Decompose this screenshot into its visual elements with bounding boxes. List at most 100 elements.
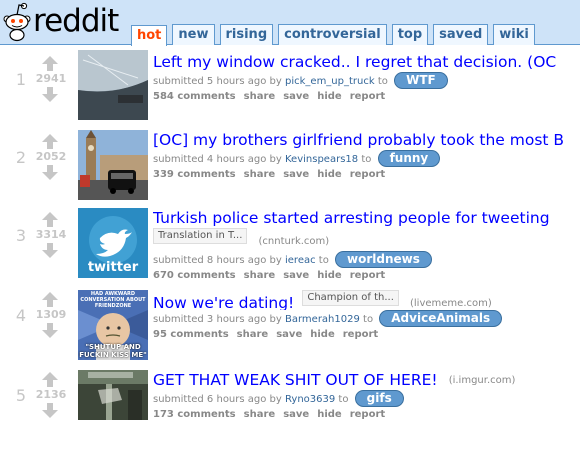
link-post: 4 1309 HAD AWKWARD CONVERSATION ABOUT FR… (0, 290, 580, 370)
subreddit-link[interactable]: WTF (394, 72, 448, 89)
post-title[interactable]: [OC] my brothers girlfriend probably too… (153, 131, 564, 149)
report-button[interactable]: report (350, 270, 385, 281)
upvote-arrow-icon[interactable] (42, 292, 58, 307)
post-score: 2052 (35, 150, 67, 163)
author-link[interactable]: iereac (285, 255, 316, 266)
comments-link[interactable]: 95 comments (153, 329, 229, 340)
tab-hot[interactable]: hot (131, 25, 168, 46)
comments-link[interactable]: 670 comments (153, 270, 236, 281)
post-rank: 1 (15, 70, 27, 89)
post-rank: 5 (15, 386, 27, 405)
share-button[interactable]: share (244, 91, 276, 102)
report-button[interactable]: report (350, 169, 385, 180)
hide-button[interactable]: hide (317, 270, 342, 281)
downvote-arrow-icon[interactable] (42, 87, 58, 102)
post-title[interactable]: Turkish police started arresting people … (153, 209, 550, 227)
reddit-logo[interactable]: reddit (2, 2, 119, 42)
subreddit-link[interactable]: AdviceAnimals (379, 310, 503, 327)
sort-tabs: hot new rising controversial top saved w… (131, 24, 540, 46)
downvote-arrow-icon[interactable] (42, 165, 58, 180)
submitted-text: submitted 5 hours ago by (153, 76, 282, 87)
post-thumbnail[interactable] (78, 130, 148, 200)
meme-top-text: HAD AWKWARD CONVERSATION ABOUT FRIENDZON… (80, 291, 146, 309)
downvote-arrow-icon[interactable] (42, 403, 58, 418)
london-street-icon (78, 130, 148, 200)
save-button[interactable]: save (283, 270, 309, 281)
post-title[interactable]: Now we're dating! (153, 294, 294, 310)
basketball-block-icon (78, 370, 148, 420)
link-post: 2 2052 [OC] my brothers girlfriend proba… (0, 130, 580, 210)
link-post: 5 2136 GET THAT WEAK SHIT OUT OF HERE! (… (0, 370, 580, 450)
link-post: 1 2941 Left my window cracked.. I regret… (0, 50, 580, 130)
post-thumbnail[interactable]: twitter (78, 208, 148, 278)
post-thumbnail[interactable] (78, 50, 148, 120)
tab-saved[interactable]: saved (433, 24, 489, 45)
post-thumbnail[interactable] (78, 370, 148, 420)
comments-link[interactable]: 584 comments (153, 91, 236, 102)
downvote-arrow-icon[interactable] (42, 243, 58, 258)
upvote-arrow-icon[interactable] (42, 134, 58, 149)
link-flair: Translation in T... (153, 228, 248, 244)
author-link[interactable]: Ryno3639 (285, 394, 335, 405)
to-text: to (363, 314, 374, 325)
to-text: to (361, 154, 372, 165)
report-button[interactable]: report (350, 409, 385, 420)
submitted-text: submitted 6 hours ago by (153, 394, 282, 405)
tab-wiki[interactable]: wiki (493, 24, 535, 45)
to-text: to (377, 76, 388, 87)
post-rank: 4 (15, 306, 27, 325)
submitted-text: submitted 3 hours ago by (153, 314, 282, 325)
snoo-alien-icon (2, 2, 32, 42)
upvote-arrow-icon[interactable] (42, 56, 58, 71)
post-rank: 2 (15, 148, 27, 167)
upvote-arrow-icon[interactable] (42, 212, 58, 227)
comments-link[interactable]: 173 comments (153, 409, 236, 420)
hide-button[interactable]: hide (317, 409, 342, 420)
upvote-arrow-icon[interactable] (42, 372, 58, 387)
report-button[interactable]: report (343, 329, 378, 340)
share-button[interactable]: share (244, 169, 276, 180)
link-post: 3 3314 twitter Turkish police started ar… (0, 208, 580, 288)
submitted-text: submitted 4 hours ago by (153, 154, 282, 165)
tab-controversial[interactable]: controversial (278, 24, 387, 45)
report-button[interactable]: report (350, 91, 385, 102)
author-link[interactable]: Barmerah1029 (285, 314, 360, 325)
subreddit-link[interactable]: worldnews (335, 251, 432, 268)
tab-new[interactable]: new (172, 24, 215, 45)
tab-rising[interactable]: rising (219, 24, 274, 45)
to-text: to (338, 394, 349, 405)
share-button[interactable]: share (244, 270, 276, 281)
hide-button[interactable]: hide (310, 329, 335, 340)
post-score: 2941 (35, 72, 67, 85)
author-link[interactable]: pick_em_up_truck (285, 76, 375, 87)
post-domain[interactable]: (i.imgur.com) (449, 375, 516, 386)
header: reddit hot new rising controversial top … (0, 0, 580, 46)
author-link[interactable]: Kevinspears18 (285, 154, 358, 165)
meme-bottom-text: "SHUTUP AND FUCKIN KISS ME" (79, 343, 147, 359)
post-rank: 3 (15, 226, 27, 245)
save-button[interactable]: save (283, 91, 309, 102)
tab-top[interactable]: top (391, 24, 429, 45)
hide-button[interactable]: hide (317, 91, 342, 102)
post-thumbnail[interactable]: HAD AWKWARD CONVERSATION ABOUT FRIENDZON… (78, 290, 148, 360)
save-button[interactable]: save (276, 329, 302, 340)
logo-text: reddit (33, 3, 119, 39)
share-button[interactable]: share (237, 329, 269, 340)
hide-button[interactable]: hide (317, 169, 342, 180)
to-text: to (318, 255, 329, 266)
subreddit-link[interactable]: gifs (354, 390, 404, 407)
comments-link[interactable]: 339 comments (153, 169, 236, 180)
save-button[interactable]: save (283, 409, 309, 420)
share-button[interactable]: share (244, 409, 276, 420)
subreddit-link[interactable]: funny (377, 150, 441, 167)
submitted-text: submitted 8 hours ago by (153, 255, 282, 266)
post-domain[interactable]: (livememe.com) (410, 298, 492, 309)
post-domain[interactable]: (cnnturk.com) (259, 236, 330, 247)
link-flair: Champion of th... (302, 290, 399, 306)
post-score: 1309 (35, 308, 67, 321)
post-title[interactable]: GET THAT WEAK SHIT OUT OF HERE! (153, 371, 438, 389)
save-button[interactable]: save (283, 169, 309, 180)
downvote-arrow-icon[interactable] (42, 323, 58, 338)
post-score: 3314 (35, 228, 67, 241)
post-title[interactable]: Left my window cracked.. I regret that d… (153, 53, 556, 71)
